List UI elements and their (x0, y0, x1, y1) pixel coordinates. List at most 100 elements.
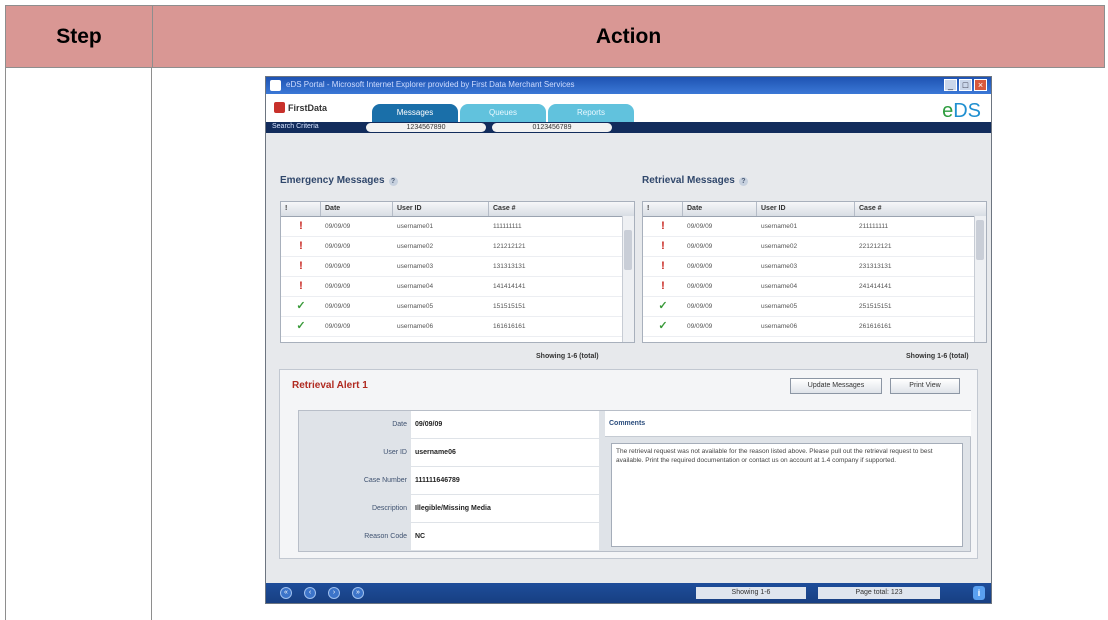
tab-messages[interactable]: Messages (372, 104, 458, 122)
col-date[interactable]: Date (321, 202, 393, 216)
cell-date: 09/09/09 (325, 263, 351, 270)
table-row[interactable]: ! 09/09/09 username04 141414141 (281, 277, 634, 297)
header-action: Action (595, 25, 662, 48)
details-title-count: 1 (362, 380, 368, 391)
alert-icon: ! (299, 240, 303, 252)
form-label: Reason Code (364, 533, 407, 540)
table-row[interactable]: ! 09/09/09 username03 231313131 (643, 257, 986, 277)
alert-icon: ! (299, 280, 303, 292)
alert-icon: ! (661, 220, 665, 232)
form-value: Illegible/Missing Media (411, 495, 599, 522)
table-row[interactable]: ✓ 09/09/09 username06 261616161 (643, 317, 986, 337)
window-title: eDS Portal - Microsoft Internet Explorer… (286, 80, 575, 89)
comments-textarea[interactable]: The retrieval request was not available … (611, 443, 963, 547)
alert-icon: ! (661, 280, 665, 292)
col-case[interactable]: Case # (855, 202, 977, 216)
next-page-icon[interactable]: › (328, 587, 340, 599)
emergency-grid: ! Date User ID Case # ! 09/09/09 username0… (280, 201, 635, 343)
maximize-icon[interactable]: □ (959, 79, 972, 91)
search-pill-2[interactable]: 0123456789 (492, 123, 612, 132)
cell-user: username03 (761, 263, 798, 270)
check-icon: ✓ (658, 320, 668, 332)
cell-date: 09/09/09 (325, 303, 351, 310)
cell-case: 231313131 (859, 263, 892, 270)
retrieval-title: Retrieval Messages? (642, 175, 748, 186)
cell-date: 09/09/09 (687, 223, 713, 230)
eds-logo-suffix: DS (953, 100, 981, 122)
details-title: Retrieval Alert 1 (292, 380, 368, 391)
cell-date: 09/09/09 (325, 323, 351, 330)
table-row[interactable]: ✓ 09/09/09 username05 251515151 (643, 297, 986, 317)
scroll-thumb[interactable] (976, 220, 984, 260)
search-label: Search Criteria (272, 123, 319, 130)
cell-date: 09/09/09 (687, 283, 713, 290)
close-icon[interactable]: × (974, 79, 987, 91)
cell-case: 221212121 (859, 243, 892, 250)
form-row: Date 09/09/09 (299, 411, 599, 439)
cell-case: 211111111 (859, 223, 889, 230)
table-row[interactable]: ✓ 09/09/09 username06 161616161 (281, 317, 634, 337)
retrieval-scrollbar[interactable] (974, 216, 986, 342)
table-row[interactable]: ! 09/09/09 username04 241414141 (643, 277, 986, 297)
table-row[interactable]: ! 09/09/09 username02 221212121 (643, 237, 986, 257)
print-view-button[interactable]: Print View (890, 378, 960, 394)
cell-date: 09/09/09 (687, 323, 713, 330)
cell-user: username04 (397, 283, 434, 290)
form-value: NC (411, 523, 599, 550)
cell-user: username04 (761, 283, 798, 290)
check-icon: ✓ (296, 320, 306, 332)
cell-case: 161616161 (493, 323, 526, 330)
cell-date: 09/09/09 (687, 243, 713, 250)
col-case[interactable]: Case # (489, 202, 625, 216)
emergency-scrollbar[interactable] (622, 216, 634, 342)
scroll-thumb[interactable] (624, 230, 632, 270)
col-flag[interactable]: ! (281, 202, 321, 216)
cell-case: 131313131 (493, 263, 526, 270)
logo-text: FirstData (288, 102, 328, 113)
status-field-2: Page total: 123 (818, 587, 940, 599)
col-user[interactable]: User ID (393, 202, 489, 216)
eds-logo: eDS (942, 100, 981, 123)
first-page-icon[interactable]: « (280, 587, 292, 599)
info-icon[interactable]: i (973, 586, 985, 600)
emergency-rows: ! 09/09/09 username01 111111111! 09/09/09 use… (281, 217, 634, 337)
col-flag[interactable]: ! (643, 202, 683, 216)
help-icon[interactable]: ? (738, 177, 748, 186)
prev-page-icon[interactable]: ‹ (304, 587, 316, 599)
emergency-title: Emergency Messages? (280, 175, 398, 186)
cell-case: 241414141 (859, 283, 892, 290)
logo-mark-icon (274, 102, 285, 113)
cell-case: 261616161 (859, 323, 892, 330)
cell-user: username06 (397, 323, 434, 330)
cell-date: 09/09/09 (325, 243, 351, 250)
emergency-title-text: Emergency Messages (280, 175, 385, 186)
form-value: 111111646789 (411, 467, 599, 494)
search-pill-1[interactable]: 1234567890 (366, 123, 486, 132)
table-row[interactable]: ✓ 09/09/09 username05 151515151 (281, 297, 634, 317)
tab-queues[interactable]: Queues (460, 104, 546, 122)
app-window: eDS Portal - Microsoft Internet Explorer… (265, 76, 992, 604)
cell-user: username06 (761, 323, 798, 330)
table-left-border (5, 67, 6, 620)
table-row[interactable]: ! 09/09/09 username03 131313131 (281, 257, 634, 277)
alert-icon: ! (299, 260, 303, 272)
help-icon[interactable]: ? (388, 177, 398, 186)
cell-user: username02 (397, 243, 434, 250)
search-bar: Search Criteria 1234567890 0123456789 (266, 122, 991, 133)
table-row[interactable]: ! 09/09/09 username01 111111111 (281, 217, 634, 237)
retrieval-grid: ! Date User ID Case # ! 09/09/09 username0… (642, 201, 987, 343)
tab-reports[interactable]: Reports (548, 104, 634, 122)
update-messages-button[interactable]: Update Messages (790, 378, 882, 394)
table-row[interactable]: ! 09/09/09 username02 121212121 (281, 237, 634, 257)
col-user[interactable]: User ID (757, 202, 855, 216)
form-row: Case Number 111111646789 (299, 467, 599, 495)
cell-case: 111111111 (493, 223, 522, 230)
minimize-icon[interactable]: _ (944, 79, 957, 91)
col-date[interactable]: Date (683, 202, 757, 216)
table-row[interactable]: ! 09/09/09 username01 211111111 (643, 217, 986, 237)
cell-date: 09/09/09 (325, 223, 351, 230)
cell-user: username02 (761, 243, 798, 250)
cell-user: username03 (397, 263, 434, 270)
last-page-icon[interactable]: » (352, 587, 364, 599)
status-field-1: Showing 1-6 (696, 587, 806, 599)
